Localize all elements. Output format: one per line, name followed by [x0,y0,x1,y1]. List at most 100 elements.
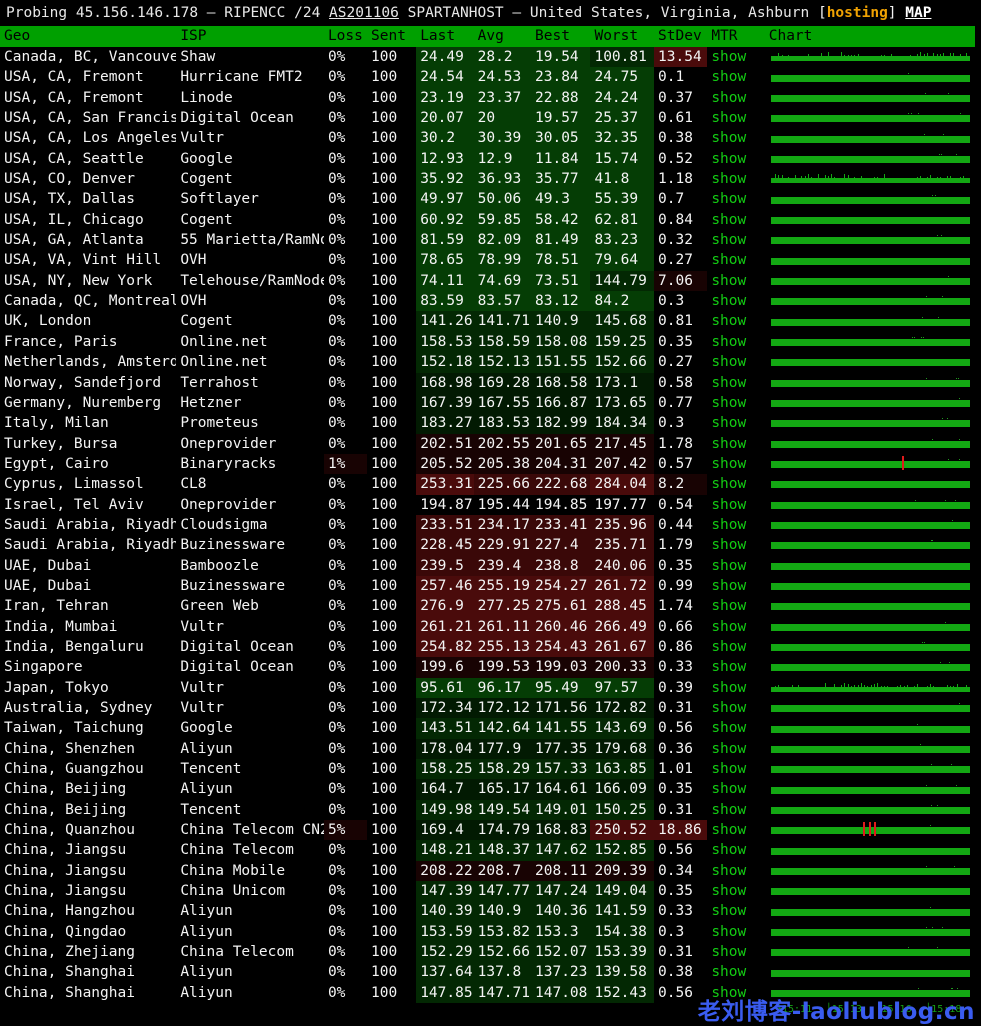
mtr-show-link[interactable]: show [707,454,764,474]
mtr-show-link[interactable]: show [707,820,764,840]
cell-sent: 100 [367,800,416,820]
mtr-show-link[interactable]: show [707,840,764,860]
mtr-show-link[interactable]: show [707,169,764,189]
cell-isp: Digital Ocean [176,657,324,677]
mtr-show-link[interactable]: show [707,576,764,596]
cell-best: 11.84 [531,149,590,169]
mtr-show-link[interactable]: show [707,698,764,718]
column-header-chart[interactable]: Chart [765,26,975,47]
cell-chart [765,861,975,881]
probe-ip: 45.156.146.178 [76,5,198,21]
cell-stdev: 0.38 [654,128,707,148]
cell-isp: Hurricane FMT2 [176,67,324,87]
cell-loss: 0% [324,942,367,962]
mtr-show-link[interactable]: show [707,515,764,535]
mtr-show-link[interactable]: show [707,657,764,677]
mtr-show-link[interactable]: show [707,434,764,454]
mtr-show-link[interactable]: show [707,983,764,1003]
cell-sent: 100 [367,657,416,677]
mtr-show-link[interactable]: show [707,291,764,311]
mtr-show-link[interactable]: show [707,739,764,759]
mtr-show-link[interactable]: show [707,779,764,799]
cell-worst: 152.43 [590,983,654,1003]
cell-avg: 24.53 [474,67,531,87]
mtr-show-link[interactable]: show [707,47,764,67]
column-header-worst[interactable]: Worst [590,26,654,47]
mtr-show-link[interactable]: show [707,474,764,494]
mtr-show-link[interactable]: show [707,922,764,942]
column-header-mtr[interactable]: MTR [707,26,764,47]
cell-sent: 100 [367,393,416,413]
cell-chart [765,495,975,515]
column-header-isp[interactable]: ISP [176,26,324,47]
cell-worst: 149.04 [590,881,654,901]
latency-sparkline [771,88,970,108]
column-header-geo[interactable]: Geo [0,26,176,47]
mtr-show-link[interactable]: show [707,962,764,982]
map-link[interactable]: MAP [905,5,931,21]
mtr-show-link[interactable]: show [707,128,764,148]
cell-loss: 0% [324,88,367,108]
mtr-show-link[interactable]: show [707,189,764,209]
mtr-show-link[interactable]: show [707,718,764,738]
mtr-show-link[interactable]: show [707,556,764,576]
mtr-show-link[interactable]: show [707,67,764,87]
mtr-show-link[interactable]: show [707,901,764,921]
cell-best: 83.12 [531,291,590,311]
mtr-show-link[interactable]: show [707,800,764,820]
cell-stdev: 0.61 [654,108,707,128]
cell-loss: 0% [324,495,367,515]
cell-isp: Buzinessware [176,535,324,555]
mtr-show-link[interactable]: show [707,271,764,291]
mtr-show-link[interactable]: show [707,230,764,250]
probe-asn-link[interactable]: AS201106 [329,5,399,21]
column-header-best[interactable]: Best [531,26,590,47]
mtr-show-link[interactable]: show [707,881,764,901]
cell-worst: 179.68 [590,739,654,759]
mtr-show-link[interactable]: show [707,393,764,413]
cell-best: 168.58 [531,373,590,393]
cell-best: 260.46 [531,617,590,637]
mtr-show-link[interactable]: show [707,311,764,331]
mtr-show-link[interactable]: show [707,596,764,616]
mtr-show-link[interactable]: show [707,617,764,637]
mtr-show-link[interactable]: show [707,535,764,555]
cell-chart [765,739,975,759]
mtr-show-link[interactable]: show [707,495,764,515]
mtr-show-link[interactable]: show [707,759,764,779]
cell-loss: 0% [324,698,367,718]
column-header-last[interactable]: Last [416,26,473,47]
mtr-show-link[interactable]: show [707,108,764,128]
mtr-show-link[interactable]: show [707,250,764,270]
cell-last: 183.27 [416,413,473,433]
mtr-show-link[interactable]: show [707,88,764,108]
cell-avg: 20 [474,108,531,128]
cell-geo: France, Paris [0,332,176,352]
latency-sparkline [771,495,970,515]
mtr-show-link[interactable]: show [707,373,764,393]
cell-best: 182.99 [531,413,590,433]
mtr-show-link[interactable]: show [707,678,764,698]
mtr-show-link[interactable]: show [707,332,764,352]
table-row: China, ZhejiangChina Telecom0%100152.291… [0,942,975,962]
mtr-show-link[interactable]: show [707,210,764,230]
column-header-sent[interactable]: Sent [367,26,416,47]
column-header-stdev[interactable]: StDev [654,26,707,47]
column-header-avg[interactable]: Avg [474,26,531,47]
column-header-loss[interactable]: Loss [324,26,367,47]
cell-stdev: 1.79 [654,535,707,555]
cell-avg: 148.37 [474,840,531,860]
cell-chart [765,942,975,962]
cell-chart [765,189,975,209]
mtr-show-link[interactable]: show [707,352,764,372]
mtr-show-link[interactable]: show [707,413,764,433]
mtr-show-link[interactable]: show [707,637,764,657]
mtr-show-link[interactable]: show [707,149,764,169]
latency-sparkline [771,535,970,555]
mtr-show-link[interactable]: show [707,861,764,881]
mtr-show-link[interactable]: show [707,942,764,962]
cell-geo: USA, CO, Denver [0,169,176,189]
cell-avg: 208.7 [474,861,531,881]
cell-geo: China, Jiangsu [0,840,176,860]
cell-last: 153.59 [416,922,473,942]
